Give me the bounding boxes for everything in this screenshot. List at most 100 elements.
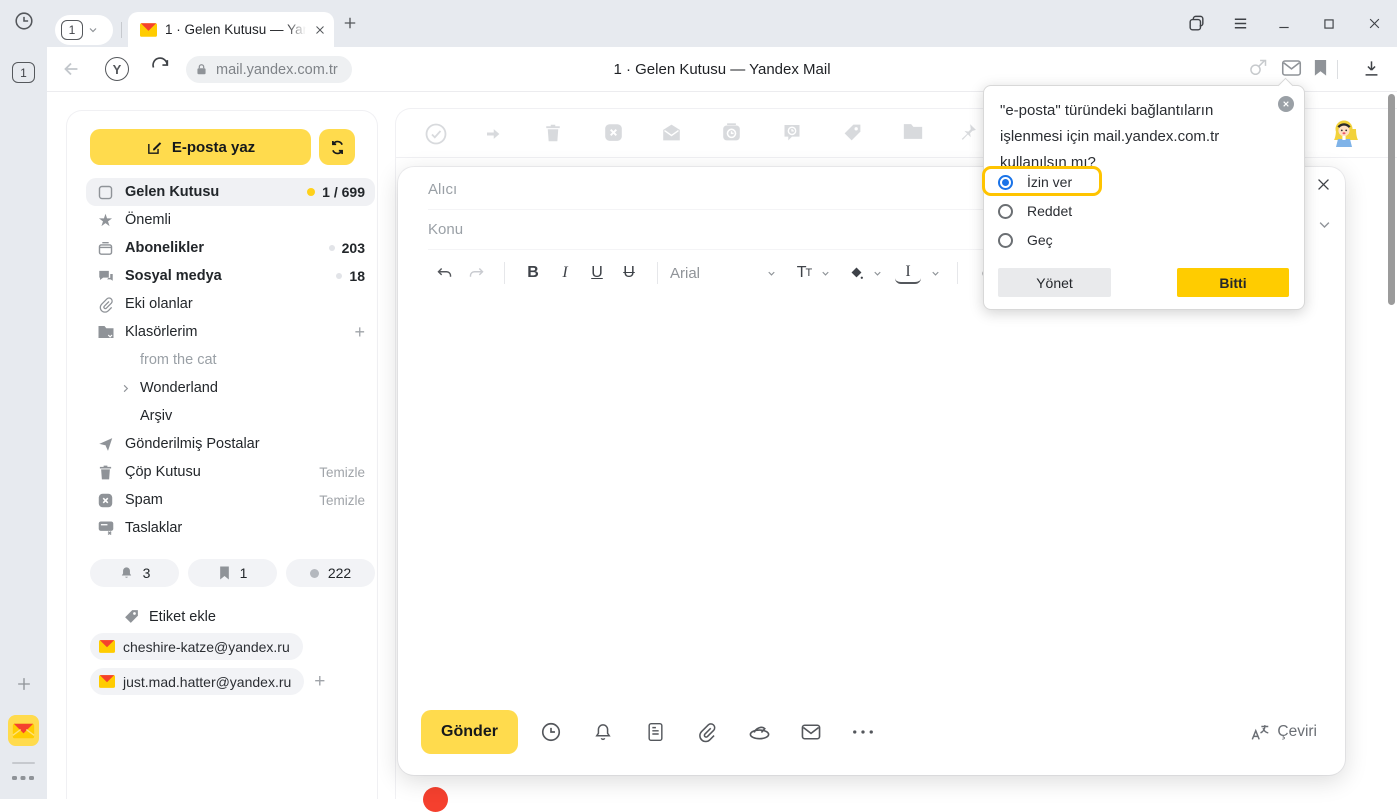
undo-icon[interactable] [431, 260, 457, 286]
account-hatter[interactable]: just.mad.hatter@yandex.ru [90, 668, 304, 695]
sidebar-item-wonderland[interactable]: Wonderland [86, 374, 375, 402]
spam-icon[interactable] [603, 122, 624, 143]
lock-icon[interactable] [194, 62, 209, 77]
chevron-down-icon[interactable] [820, 268, 831, 279]
pin-icon[interactable] [958, 122, 978, 142]
translate-button[interactable]: Çeviri [1250, 723, 1317, 742]
browser-tab-bar: 1 1 · Gelen Kutusu — Yand [0, 0, 1397, 47]
menu-icon[interactable] [1218, 0, 1262, 47]
font-size-button[interactable]: TT [791, 260, 817, 286]
maximize-button[interactable] [1307, 0, 1351, 47]
sidebar-item-my-folders[interactable]: Klasörlerim + [86, 318, 375, 346]
reminder-bell-icon[interactable] [577, 721, 629, 743]
mark-read-icon[interactable] [661, 122, 682, 143]
sidebar-item-inbox[interactable]: Gelen Kutusu 1 / 699 [86, 178, 375, 206]
redo-icon[interactable] [463, 260, 489, 286]
template-doc-icon[interactable] [629, 721, 681, 743]
message-body[interactable] [428, 297, 1308, 697]
active-tab[interactable]: 1 · Gelen Kutusu — Yand [128, 12, 334, 47]
bookmark-icon[interactable] [1313, 58, 1328, 77]
text-color-button[interactable]: I [895, 262, 921, 284]
close-window-button[interactable] [1352, 0, 1396, 47]
send-button[interactable]: Gönder [421, 710, 518, 754]
attach-clip-icon[interactable] [681, 721, 733, 743]
add-label-button[interactable]: Etiket ekle [123, 608, 377, 625]
tab-group-badge[interactable]: 1 [12, 62, 35, 83]
reminder-icon[interactable] [782, 122, 802, 143]
move-folder-icon[interactable] [902, 122, 924, 141]
compose-pencil-icon [146, 139, 163, 156]
reminders-counter[interactable]: 3 [90, 559, 179, 587]
expand-chevron-icon[interactable] [120, 383, 140, 394]
more-panels-icon[interactable] [11, 773, 35, 783]
radio-icon[interactable] [998, 204, 1013, 219]
page-scrollbar[interactable] [1388, 94, 1395, 305]
sidebar-item-trash[interactable]: Çöp Kutusu Temizle [86, 458, 375, 486]
bookmarks-counter[interactable]: 1 [188, 559, 277, 587]
back-arrow-icon[interactable] [60, 58, 82, 80]
sidebar-item-subscriptions[interactable]: Abonelikler 203 [86, 234, 375, 262]
add-account-button[interactable]: + [314, 671, 325, 693]
sidebar-item-attachments[interactable]: Eki olanlar [86, 290, 375, 318]
radio-option-deny[interactable]: Reddet [998, 197, 1072, 225]
sidebar-item-archive[interactable]: Arşiv [86, 402, 375, 430]
delete-icon[interactable] [544, 122, 562, 144]
forward-icon[interactable] [483, 125, 503, 143]
yandex-home-icon[interactable]: Y [105, 57, 129, 81]
url-field[interactable]: mail.yandex.com.tr [186, 56, 352, 83]
clear-spam-button[interactable]: Temizle [319, 493, 365, 508]
fill-color-icon[interactable] [843, 260, 869, 286]
compose-button[interactable]: E-posta yaz [90, 129, 311, 165]
radio-option-skip[interactable]: Geç [998, 226, 1053, 254]
strikethrough-button[interactable]: U [616, 260, 642, 286]
yandex-mail-app-icon[interactable] [8, 715, 39, 746]
unread-counter[interactable]: 222 [286, 559, 375, 587]
sidebar-item-social[interactable]: Sosyal medya 18 [86, 262, 375, 290]
tab-count-pill[interactable]: 1 [55, 15, 113, 45]
history-clock-icon[interactable] [13, 10, 35, 32]
select-check-icon[interactable] [424, 122, 448, 146]
manage-button[interactable]: Yönet [998, 268, 1111, 297]
minimize-button[interactable] [1262, 0, 1306, 47]
account-cheshire[interactable]: cheshire-katze@yandex.ru [90, 633, 303, 660]
chevron-down-icon[interactable] [766, 268, 777, 279]
clear-trash-button[interactable]: Temizle [319, 465, 365, 480]
reload-icon[interactable] [150, 57, 171, 78]
sidebar-item-from-the-cat[interactable]: from the cat [86, 346, 375, 374]
italic-button[interactable]: I [552, 260, 578, 286]
done-button[interactable]: Bitti [1177, 268, 1289, 297]
chevron-down-icon[interactable] [872, 268, 883, 279]
sidebar-item-spam[interactable]: Spam Temizle [86, 486, 375, 514]
new-tab-button[interactable] [341, 14, 359, 32]
compose-collapse-icon[interactable] [1317, 217, 1332, 232]
schedule-clock-icon[interactable] [525, 721, 577, 743]
bold-button[interactable]: B [520, 260, 546, 286]
panels-icon[interactable] [1174, 0, 1218, 47]
sidebar-item-important[interactable]: ★ Önemli [86, 206, 375, 234]
sidebar-item-drafts[interactable]: Taslaklar [86, 514, 375, 542]
underline-button[interactable]: U [584, 260, 610, 286]
user-avatar[interactable] [1330, 119, 1358, 147]
label-icon[interactable] [842, 122, 863, 143]
font-family-select[interactable]: Arial [670, 265, 766, 282]
more-options-icon[interactable] [837, 729, 889, 735]
dot-icon [310, 569, 319, 578]
refresh-button[interactable] [319, 129, 355, 165]
snooze-icon[interactable] [721, 122, 742, 143]
tab-close-icon[interactable] [314, 24, 326, 36]
compose-close-icon[interactable] [1315, 176, 1332, 193]
attach-from-mail-icon[interactable] [785, 723, 837, 741]
chevron-down-icon[interactable] [87, 24, 99, 36]
add-panel-icon[interactable] [14, 674, 34, 694]
sidebar-item-sent[interactable]: Gönderilmiş Postalar [86, 430, 375, 458]
folder-label: Taslaklar [125, 520, 182, 536]
radio-icon[interactable] [998, 233, 1013, 248]
download-icon[interactable] [1362, 59, 1381, 78]
radio-option-allow[interactable]: İzin ver [998, 168, 1072, 196]
mail-notifier-icon[interactable] [1281, 59, 1302, 77]
radio-selected-icon[interactable] [998, 175, 1013, 190]
chevron-down-icon[interactable] [930, 268, 941, 279]
share-icon[interactable] [1248, 58, 1268, 78]
add-folder-button[interactable]: + [354, 323, 365, 341]
yandex-disk-icon[interactable] [733, 722, 785, 742]
